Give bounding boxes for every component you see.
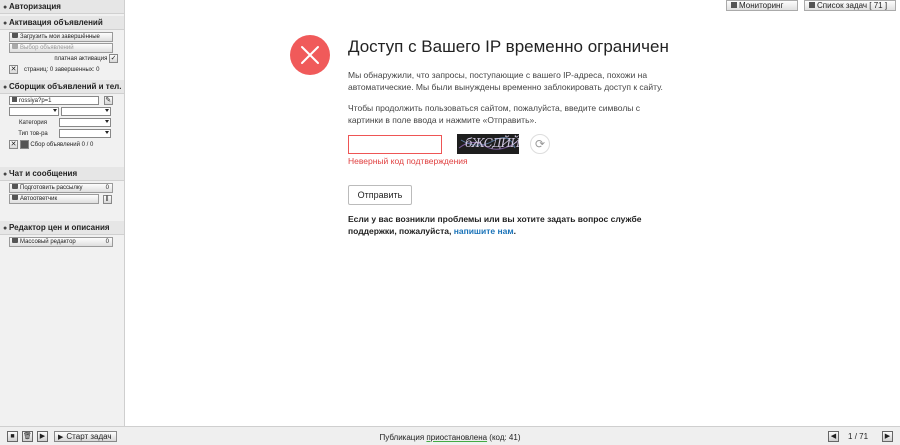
pages-row: ✕ страниц: 0 завершенных: 0 [9,65,120,75]
collect-row: ✕ Сбор объявлений 0 / 0 [9,140,120,150]
url-input[interactable]: rossiya?p=1 [9,96,99,105]
reply-icon [12,195,18,201]
captcha-error-text: Неверный код подтверждения [348,156,468,166]
collect-button[interactable]: Сбор объявлений [30,142,80,148]
captcha-text: бЖСДЙЙ [465,136,519,150]
submit-button[interactable]: Отправить [348,185,412,205]
autoreply-row: Автоответчик ‖ [9,194,120,204]
collect-count: 0 / 0 [81,142,94,149]
type-label: Тип тов-ра [18,131,48,138]
list-icon [12,33,18,39]
edit-icon [12,238,18,244]
task-list-button[interactable]: Список задач [ 71 ] [804,0,896,11]
filter-row [9,107,120,117]
select-ads-button[interactable]: Выбор объявлений [9,43,113,53]
monitoring-button[interactable]: Мониторинг [726,0,798,11]
activation-panel: Загрузить мои завершённые Выбор объявлен… [0,30,124,80]
link-icon [12,97,17,102]
category-row: Категория [9,118,120,128]
bottom-bar: ■ 🗑 ▶ ▶ Старт задач Публикация приостанов… [0,426,900,445]
captcha-image: бЖСДЙЙ [457,134,519,154]
clear-icon[interactable]: ✕ [9,65,18,74]
section-editor[interactable]: ● Редактор цен и описания [0,221,124,235]
category-select[interactable] [58,118,111,127]
chevron-down-icon [104,120,109,123]
error-icon [290,35,330,75]
load-completed-button[interactable]: Загрузить мои завершённые [9,32,113,42]
section-activation[interactable]: ● Активация объявлений [0,16,124,30]
category-label: Категория [18,120,48,127]
region-select[interactable] [9,107,59,116]
mass-editor-button[interactable]: Массовый редактор 0 [9,237,113,247]
paid-activation-checkbox[interactable]: ✓ [109,54,118,63]
city-select[interactable] [60,107,111,116]
prev-page-icon[interactable]: ◀ [828,431,839,442]
contact-link[interactable]: напишите нам [454,226,514,236]
help-text: Если у вас возникли проблемы или вы хоти… [348,214,642,236]
paid-activation-row: платная активация ✓ [9,54,120,64]
chevron-down-icon [53,109,57,112]
editor-panel: Массовый редактор 0 [0,235,124,252]
monitor-icon [731,1,737,8]
collector-panel: rossiya?p=1 ✎ Категория Тип тов-ра ✕ Сбо… [0,94,124,155]
chat-panel: Подготовить рассылку 0 Автоответчик ‖ [0,181,124,209]
type-row: Тип тов-ра [9,129,120,139]
url-row: rossiya?p=1 ✎ [9,96,120,106]
pager: 1 / 71 [848,432,869,441]
sidebar: ● Авторизация ● Активация объявлений Загру… [0,0,125,426]
paid-activation-label: платная активация [54,56,108,63]
captcha-input[interactable] [348,135,442,154]
pause-icon[interactable]: ‖ [102,195,112,204]
chevron-down-icon [104,131,109,134]
pages-counter: страниц: 0 завершенных: 0 [24,67,100,74]
list-icon [809,1,815,8]
autoreply-button[interactable]: Автоответчик [9,194,99,204]
clear-icon[interactable]: ✕ [9,140,18,149]
next-page-icon[interactable]: ▶ [882,431,893,442]
section-authorization[interactable]: ● Авторизация [0,0,124,14]
list-icon [12,44,18,50]
page-title: Доступ с Вашего IP временно ограничен [348,37,669,56]
description-text: Мы обнаружили, что запросы, поступающие … [348,70,663,92]
collect-icon[interactable] [19,140,29,149]
prepare-mailing-button[interactable]: Подготовить рассылку 0 [9,183,113,193]
instruction-text: Чтобы продолжить пользоваться сайтом, по… [348,103,641,125]
status-text: Публикация приостановлена (код: 41) [379,433,521,442]
chevron-down-icon [104,109,109,112]
refresh-captcha-icon[interactable]: ⟳ [530,134,550,154]
section-chat[interactable]: ● Чат и сообщения [0,167,124,181]
section-collector[interactable]: ● Сборщик объявлений и тел. [0,80,124,94]
edit-url-icon[interactable]: ✎ [103,96,113,105]
mail-icon [12,184,18,190]
type-select[interactable] [58,129,111,138]
